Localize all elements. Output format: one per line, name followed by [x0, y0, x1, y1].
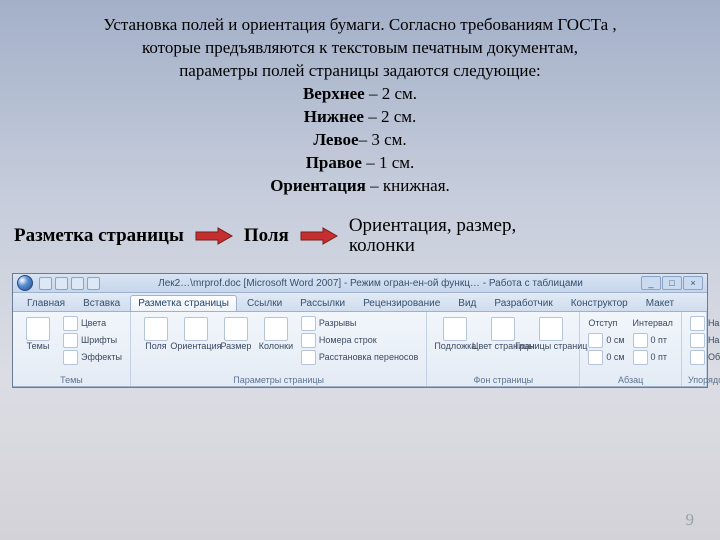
word-window: Лек2…\mrprof.doc [Microsoft Word 2007] -…: [12, 273, 708, 388]
nav-step-2: Поля: [244, 225, 289, 247]
intro-text: Установка полей и ориентация бумаги. Сог…: [0, 0, 720, 198]
intro-line: параметры полей страницы задаются следую…: [179, 61, 541, 80]
nav-step-3: Ориентация, размер, колонки: [349, 216, 516, 258]
office-button[interactable]: [17, 275, 33, 291]
spacing-after[interactable]: 0 пт: [631, 349, 675, 365]
group-page-setup: ПоляОриентацияРазмерКолонки РазрывыНомер…: [131, 312, 427, 386]
tab-рецензирование[interactable]: Рецензирование: [355, 295, 448, 311]
intro-line: которые предъявляются к текстовым печатн…: [142, 38, 578, 57]
page-setup-колонки[interactable]: Колонки: [257, 315, 295, 353]
maximize-button[interactable]: □: [662, 276, 682, 290]
ribbon-tabs: ГлавнаяВставкаРазметка страницыСсылкиРас…: [13, 293, 707, 312]
nav-steps: Разметка страницы Поля Ориентация, разме…: [0, 198, 720, 268]
page-setup-поля[interactable]: Поля: [137, 315, 175, 353]
themes-item[interactable]: Цвета: [61, 315, 124, 331]
themes-button[interactable]: Темы: [19, 315, 57, 353]
tab-ссылки[interactable]: Ссылки: [239, 295, 290, 311]
arrange-item[interactable]: Обтекание текстом: [688, 349, 720, 365]
themes-item[interactable]: Эффекты: [61, 349, 124, 365]
group-paragraph: Отступ 0 см 0 см Интервал 0 пт 0 пт Абза…: [580, 312, 682, 386]
page-setup-item[interactable]: Номера строк: [299, 332, 420, 348]
tab-разработчик[interactable]: Разработчик: [486, 295, 560, 311]
page-setup-размер[interactable]: Размер: [217, 315, 255, 353]
page-number: 9: [686, 510, 695, 530]
tab-макет[interactable]: Макет: [638, 295, 682, 311]
tab-разметка-страницы[interactable]: Разметка страницы: [130, 295, 237, 311]
page-setup-item[interactable]: Разрывы: [299, 315, 420, 331]
tab-конструктор[interactable]: Конструктор: [563, 295, 636, 311]
ribbon: Темы ЦветаШрифтыЭффекты Темы ПоляОриента…: [13, 312, 707, 387]
arrange-item[interactable]: На передний план: [688, 315, 720, 331]
tab-вставка[interactable]: Вставка: [75, 295, 128, 311]
page-setup-item[interactable]: Расстановка переносов: [299, 349, 420, 365]
arrow-icon: [194, 227, 234, 245]
indent-left[interactable]: 0 см: [586, 332, 626, 348]
spacing-before[interactable]: 0 пт: [631, 332, 675, 348]
nav-step-1: Разметка страницы: [14, 225, 184, 247]
close-button[interactable]: ×: [683, 276, 703, 290]
group-themes: Темы ЦветаШрифтыЭффекты Темы: [13, 312, 131, 386]
arrow-icon: [299, 227, 339, 245]
themes-item[interactable]: Шрифты: [61, 332, 124, 348]
group-page-background: ПодложкаЦвет страницыГраницы страниц Фон…: [427, 312, 580, 386]
indent-right[interactable]: 0 см: [586, 349, 626, 365]
tab-главная[interactable]: Главная: [19, 295, 73, 311]
tab-рассылки[interactable]: Рассылки: [292, 295, 353, 311]
title-bar: Лек2…\mrprof.doc [Microsoft Word 2007] -…: [13, 274, 707, 293]
quick-access-toolbar[interactable]: [39, 277, 100, 290]
page-bg-item[interactable]: Границы страниц: [529, 315, 573, 353]
window-title: Лек2…\mrprof.doc [Microsoft Word 2007] -…: [104, 278, 637, 289]
group-arrange: На передний планНа задний планОбтекание …: [682, 312, 707, 386]
tab-вид[interactable]: Вид: [450, 295, 484, 311]
intro-line: Установка полей и ориентация бумаги. Сог…: [103, 15, 616, 34]
page-setup-ориентация[interactable]: Ориентация: [177, 315, 215, 353]
arrange-item[interactable]: На задний план: [688, 332, 720, 348]
page-bg-item[interactable]: Подложка: [433, 315, 477, 353]
minimize-button[interactable]: _: [641, 276, 661, 290]
